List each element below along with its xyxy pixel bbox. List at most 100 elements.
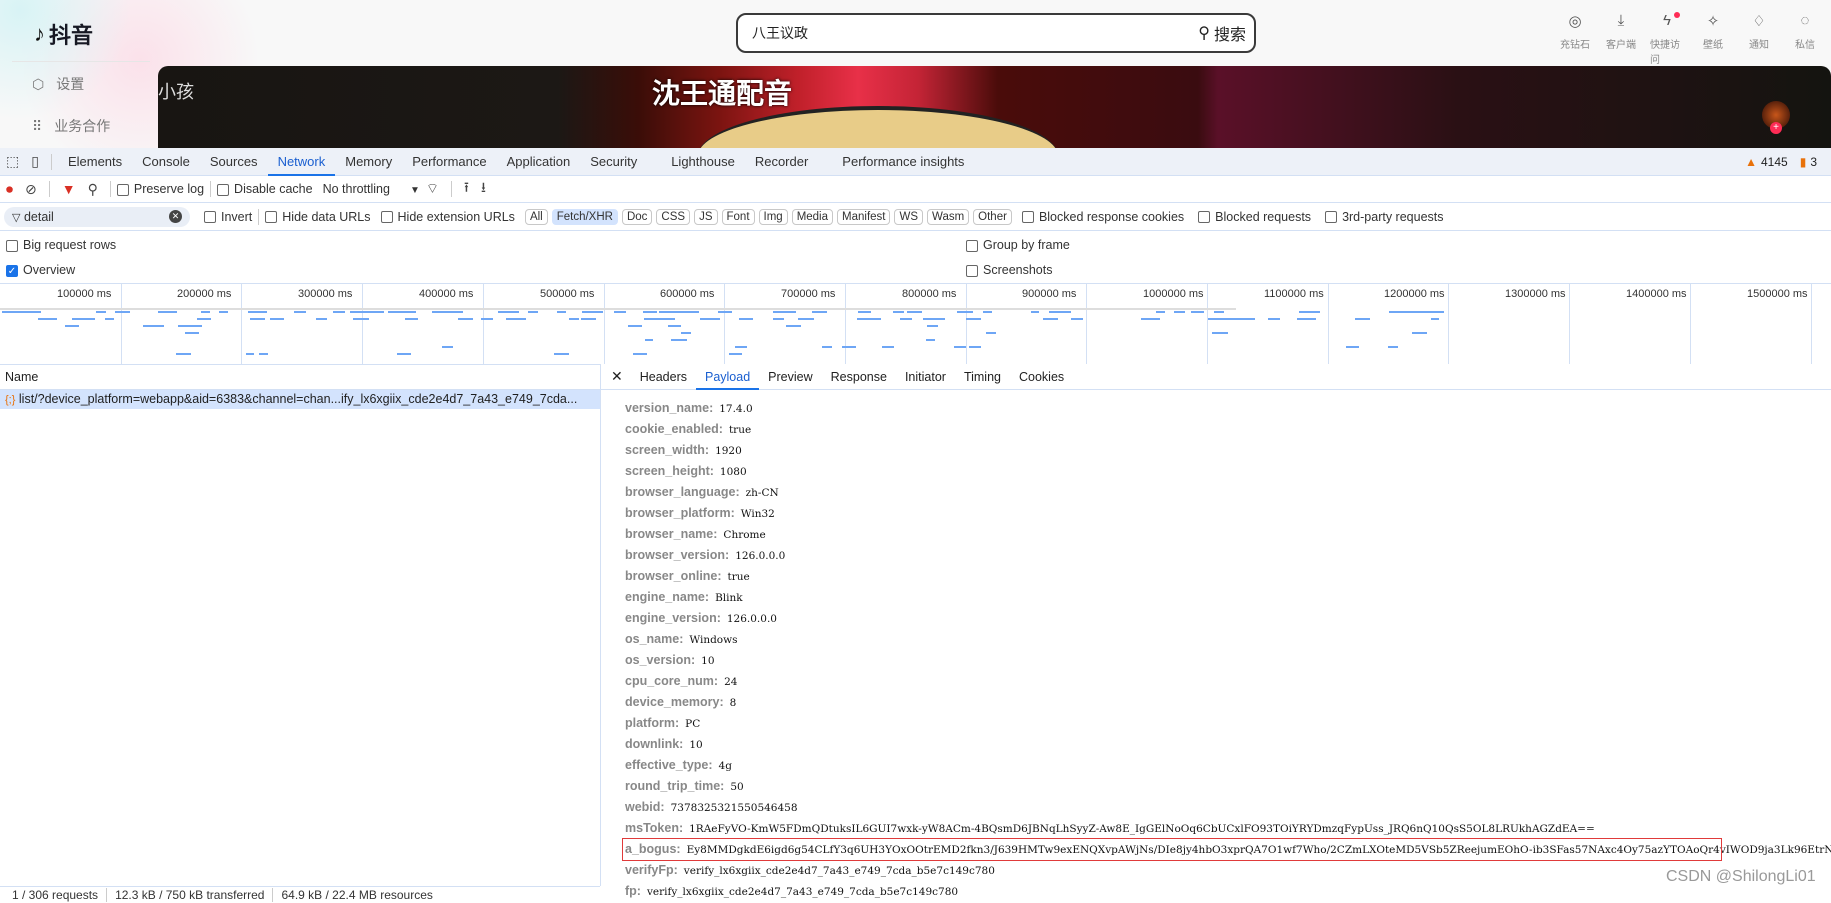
request-bar	[104, 318, 115, 320]
request-bar	[882, 346, 894, 348]
payload-param: a_bogus: Ey8MMDgkdE6igd6g54CLfY3q6UH3YOxO…	[622, 838, 1831, 861]
request-bar	[900, 318, 912, 320]
timeline-tick-label: 800000 ms	[902, 288, 957, 300]
record-icon[interactable]: ⏺	[6, 181, 13, 198]
tab-performance[interactable]: Performance	[402, 148, 496, 176]
follow-plus-icon[interactable]: +	[1770, 122, 1782, 134]
filter-type-ws[interactable]: WS	[894, 208, 924, 225]
header-button-download[interactable]: ⤓ 客户端	[1604, 12, 1638, 66]
network-toolbar: ⏺ ⊘ ▼ ⚲ Preserve log Disable cache No th…	[0, 176, 1831, 203]
filter-type-other[interactable]: Other	[973, 208, 1012, 225]
tab-lighthouse[interactable]: Lighthouse	[661, 148, 745, 176]
filter-type-wasm[interactable]: Wasm	[927, 208, 970, 225]
tab-sources[interactable]: Sources	[200, 148, 268, 176]
disable-cache-checkbox[interactable]: Disable cache	[217, 182, 313, 196]
network-conditions-icon[interactable]: ⌔	[426, 180, 439, 198]
detail-tab-timing[interactable]: Timing	[955, 364, 1010, 390]
filter-type-doc[interactable]: Doc	[621, 208, 653, 225]
hide-data-urls-checkbox[interactable]: Hide data URLs	[265, 210, 371, 224]
request-bar	[1214, 311, 1224, 313]
sidebar-item-settings[interactable]: ⬡ 设置	[32, 74, 84, 94]
filter-input[interactable]: ▽ detail ✕	[4, 206, 190, 227]
search-input[interactable]: 八王议政	[752, 23, 808, 43]
header-button-lightning[interactable]: ϟ 快捷访问	[1650, 12, 1684, 66]
tab-recorder[interactable]: Recorder	[745, 148, 818, 176]
close-icon[interactable]: ✕	[601, 368, 631, 385]
payload-param: version_name: 17.4.0	[625, 398, 1721, 419]
detail-tab-initiator[interactable]: Initiator	[896, 364, 955, 390]
param-value: 8	[729, 697, 737, 709]
timeline-tick-label: 1500000 ms	[1747, 288, 1808, 300]
throttling-select[interactable]: No throttling ▼	[323, 182, 420, 196]
request-bar	[1043, 318, 1059, 320]
big-request-rows-checkbox[interactable]: Big request rows	[6, 238, 116, 252]
sidebar-item-business[interactable]: ⠿ 业务合作	[32, 116, 110, 136]
request-bar	[197, 318, 206, 320]
panel-splitter[interactable]	[600, 364, 601, 886]
detail-tab-response[interactable]: Response	[822, 364, 896, 390]
third-party-requests-checkbox[interactable]: 3rd-party requests	[1325, 210, 1444, 224]
request-bar	[966, 318, 982, 320]
tab-memory[interactable]: Memory	[335, 148, 402, 176]
group-by-frame-checkbox[interactable]: Group by frame	[966, 238, 1070, 252]
filter-type-media[interactable]: Media	[791, 208, 834, 225]
filter-type-img[interactable]: Img	[758, 208, 788, 225]
network-overview-timeline[interactable]: 100000 ms 200000 ms 300000 ms 400000 ms 5000…	[0, 283, 1831, 365]
device-toolbar-icon[interactable]: ▯	[31, 153, 39, 170]
name-column-header[interactable]: Name	[0, 364, 600, 390]
overview-checkbox[interactable]: ✓ Overview	[6, 263, 75, 277]
header-button-wallpaper[interactable]: ✧ 壁纸	[1696, 12, 1730, 66]
warning-count[interactable]: 4145	[1761, 155, 1788, 169]
detail-tab-cookies[interactable]: Cookies	[1010, 364, 1073, 390]
request-row[interactable]: {;} list/?device_platform=webapp&aid=638…	[0, 390, 600, 409]
clear-filter-icon[interactable]: ✕	[169, 210, 182, 223]
search-box[interactable]: 八王议政 ⚲ 搜索	[736, 13, 1256, 53]
header-button-bell[interactable]: ♢ 通知	[1742, 12, 1776, 66]
clear-icon[interactable]: ⊘	[25, 181, 37, 198]
tab-security[interactable]: Security	[580, 148, 647, 176]
import-har-icon[interactable]: ⭱	[464, 177, 469, 201]
filter-icon[interactable]: ▼	[62, 181, 76, 197]
tab-application[interactable]: Application	[497, 148, 581, 176]
header-button-message[interactable]: ◌ 私信	[1788, 12, 1822, 66]
payload-param: screen_height: 1080	[625, 461, 1721, 482]
filter-type-all[interactable]: All	[524, 208, 548, 225]
tab-performance-insights[interactable]: Performance insights	[832, 148, 974, 176]
preserve-log-checkbox[interactable]: Preserve log	[116, 182, 204, 196]
filter-type-manifest[interactable]: Manifest	[837, 208, 891, 225]
header-button-diamond[interactable]: ◎ 充钻石	[1558, 12, 1592, 66]
detail-tab-preview[interactable]: Preview	[759, 364, 821, 390]
hide-extension-urls-checkbox[interactable]: Hide extension URLs	[380, 210, 515, 224]
payload-param: verifyFp: verify_lx6xgiix_cde2e4d7_7a43_e…	[625, 860, 1721, 881]
tab-elements[interactable]: Elements	[58, 148, 132, 176]
tab-network[interactable]: Network	[267, 148, 336, 176]
inspect-icon[interactable]: ⬚	[6, 153, 19, 170]
timeline-tick-label: 1200000 ms	[1384, 288, 1445, 300]
xhr-icon: {;}	[5, 394, 16, 406]
detail-tab-payload[interactable]: Payload	[695, 364, 760, 390]
request-bar	[528, 311, 539, 313]
blocked-requests-checkbox[interactable]: Blocked requests	[1198, 210, 1311, 224]
payload-param: cookie_enabled: true	[625, 419, 1721, 440]
detail-tab-headers[interactable]: Headers	[631, 364, 696, 390]
export-har-icon[interactable]: ⭳	[481, 177, 486, 201]
param-key: os_name:	[625, 632, 684, 646]
request-bar	[442, 346, 454, 348]
timeline-tick-label: 700000 ms	[781, 288, 836, 300]
filter-type-js[interactable]: JS	[694, 208, 718, 225]
video-banner[interactable]: 小孩 沈王通配音 +	[158, 66, 1831, 148]
douyin-logo[interactable]: ♪ 抖音	[34, 18, 93, 50]
blocked-response-cookies-checkbox[interactable]: Blocked response cookies	[1021, 210, 1184, 224]
tab-console[interactable]: Console	[132, 148, 200, 176]
issue-count[interactable]: 3	[1810, 155, 1817, 169]
filter-icon: ▽	[12, 211, 21, 224]
search-icon[interactable]: ⚲	[88, 181, 98, 198]
filter-type-font[interactable]: Font	[721, 208, 755, 225]
search-button[interactable]: ⚲ 搜索	[1198, 21, 1246, 45]
filter-type-fetch-xhr[interactable]: Fetch/XHR	[551, 208, 618, 225]
invert-checkbox[interactable]: Invert	[204, 210, 252, 224]
screenshots-checkbox[interactable]: Screenshots	[966, 263, 1052, 277]
request-bar	[505, 311, 519, 313]
payload-list: version_name: 17.4.0 cookie_enabled: truesc…	[622, 398, 1831, 902]
filter-type-css[interactable]: CSS	[656, 208, 691, 225]
